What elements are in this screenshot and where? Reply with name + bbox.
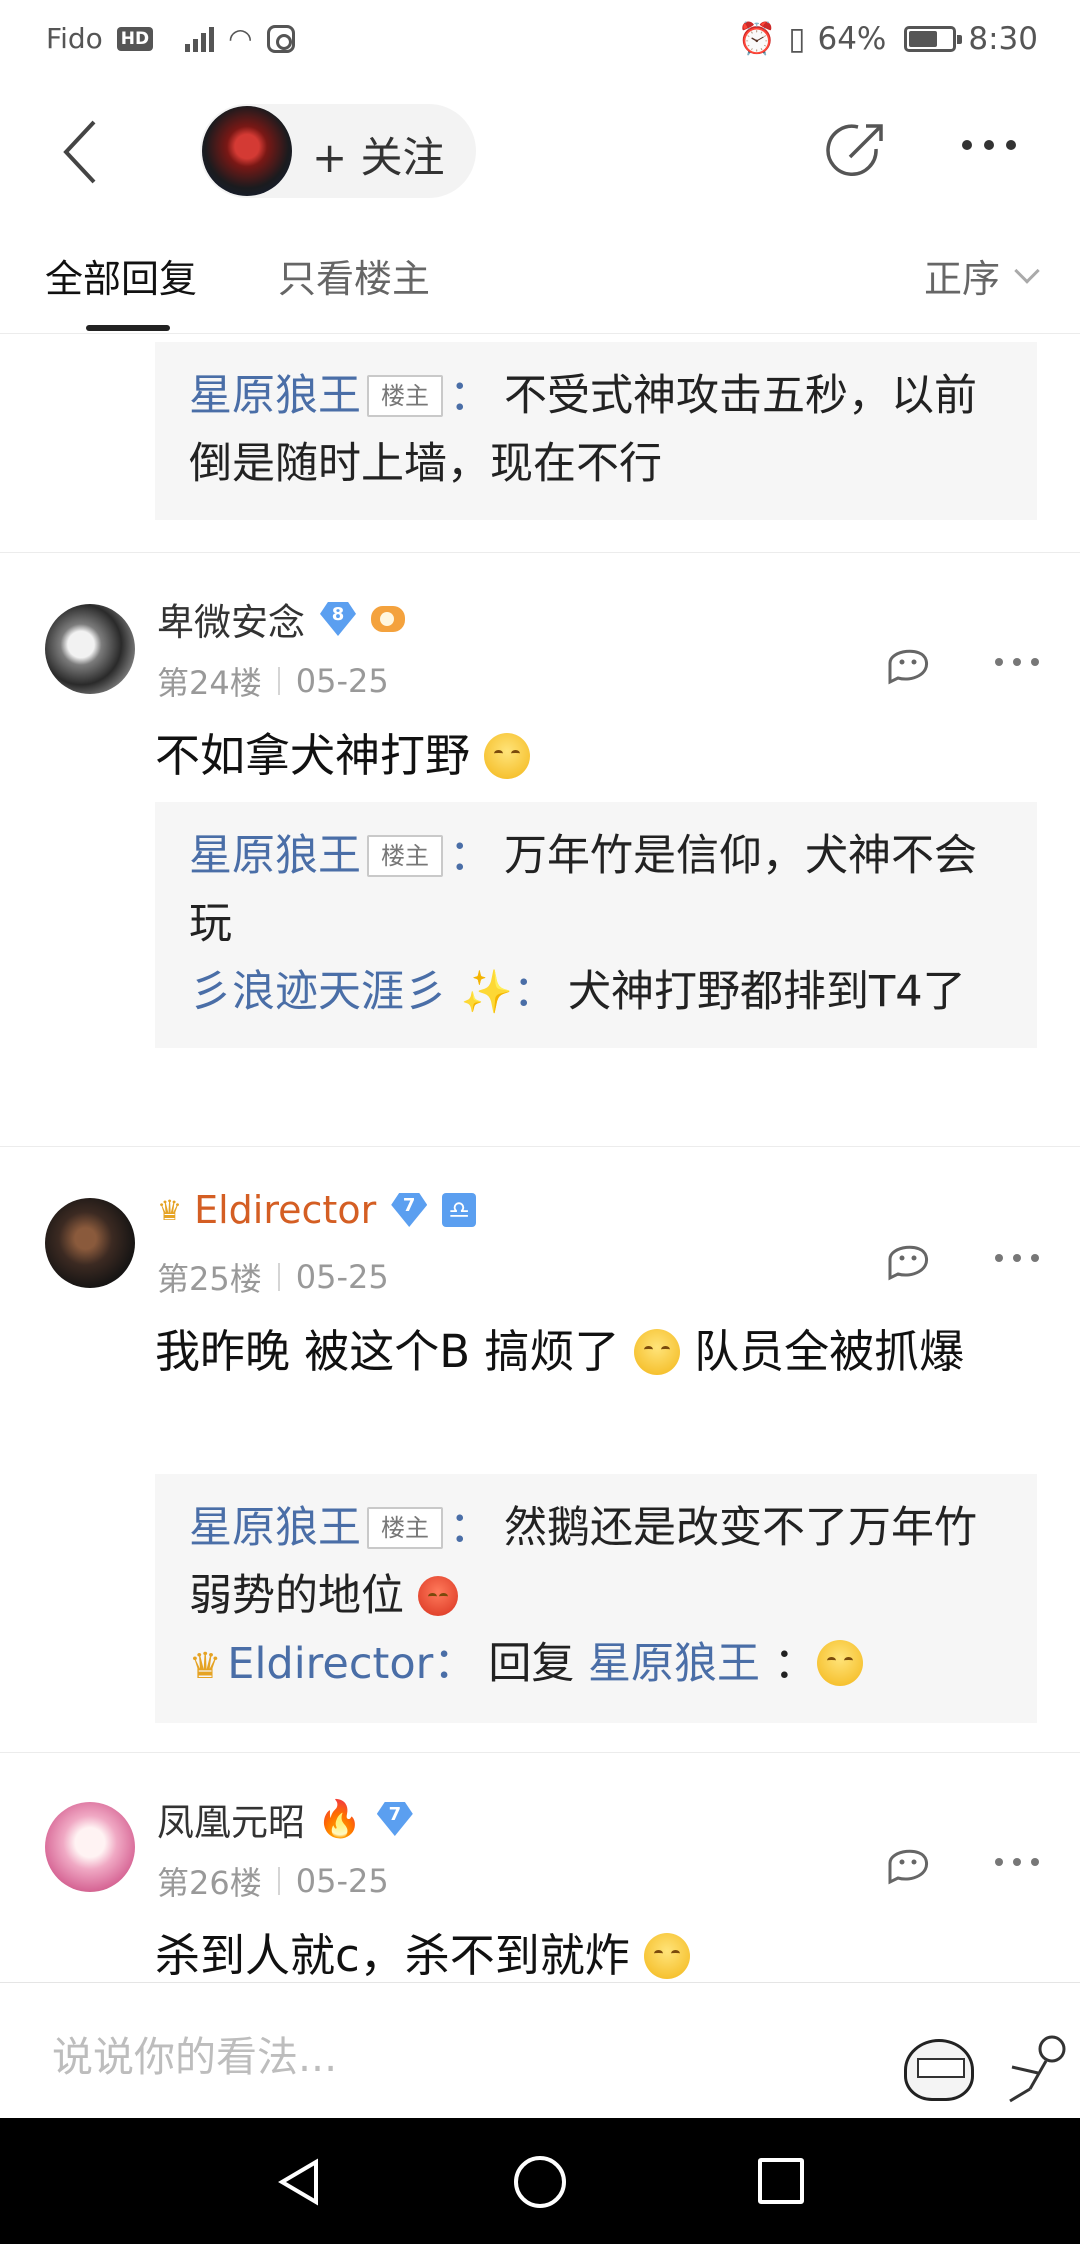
instagram-icon: [266, 24, 295, 53]
post-date: 05-25: [295, 662, 389, 700]
username[interactable]: 凤凰元昭: [157, 1792, 305, 1846]
crown-icon: ♛: [189, 1646, 222, 1687]
fire-icon: 🔥: [317, 1799, 362, 1840]
floor-number: 第24楼: [157, 664, 262, 702]
hd-badge: HD: [116, 26, 154, 51]
sub-reply: 彡浪迹天涯彡 ✨： 犬神打野都排到T4了: [189, 967, 966, 1017]
thread-owner-avatar[interactable]: [202, 106, 292, 196]
owner-badge: 楼主: [367, 835, 443, 877]
share-icon[interactable]: [824, 119, 888, 183]
level-badge: 7: [374, 1800, 416, 1838]
battery-icon: [904, 25, 963, 52]
sub-reply-box[interactable]: 星原狼王 楼主：不受式神攻击五秒，以前倒是随时上墙，现在不行: [155, 342, 1037, 520]
post-date: 05-25: [295, 1258, 389, 1296]
smile-emoji: [644, 1933, 691, 1979]
username[interactable]: Eldirector: [194, 1188, 376, 1232]
panda-sticker-icon[interactable]: [904, 2039, 974, 2101]
post-more-icon[interactable]: [995, 1858, 1039, 1866]
floor-number: 第26楼: [157, 1864, 262, 1902]
avatar[interactable]: [45, 1198, 135, 1288]
post-content: 不如拿犬神打野: [155, 718, 1035, 794]
owner-badge: 楼主: [367, 375, 443, 417]
avatar[interactable]: [45, 604, 135, 694]
follow-label: + 关注: [312, 133, 445, 182]
post-content: 我昨晚 被这个B 搞烦了 队员全被抓爆: [155, 1325, 965, 1378]
level-badge: 7: [388, 1191, 430, 1229]
sub-reply: 星原狼王 楼主：然鹅还是改变不了万年竹弱势的地位: [189, 1503, 977, 1621]
crown-icon: ♛: [157, 1193, 183, 1227]
post-author[interactable]: 卑微安念 8: [157, 592, 405, 646]
post-meta: 第25楼 05-25: [157, 1254, 389, 1300]
reply-target[interactable]: 星原狼王: [588, 1639, 760, 1689]
sub-reply-author[interactable]: Eldirector: [227, 1639, 433, 1689]
post-meta: 第24楼 05-25: [157, 658, 389, 704]
signal-icon: [185, 26, 215, 52]
nav-back-icon[interactable]: [276, 2158, 322, 2206]
owner-badge: 楼主: [367, 1507, 443, 1549]
app-header: + 关注: [0, 84, 1080, 214]
back-arrow-icon[interactable]: [54, 112, 114, 192]
chevron-down-icon: [1014, 257, 1040, 284]
battery-fill: [909, 30, 938, 47]
sort-dropdown[interactable]: 正序: [923, 248, 1040, 303]
status-bar: Fido HD ◠ ⏰ ▯ 64% 8:30: [0, 0, 1080, 84]
post-more-icon[interactable]: [995, 658, 1039, 666]
gamepad-icon: [371, 606, 405, 632]
post-author[interactable]: 凤凰元昭 🔥 7: [157, 1792, 416, 1846]
post-date: 05-25: [295, 1862, 389, 1900]
reply-icon[interactable]: [882, 1236, 932, 1282]
nav-recents-icon[interactable]: [758, 2158, 804, 2204]
tab-all-replies[interactable]: 全部回复: [45, 248, 197, 303]
divider: [0, 552, 1080, 553]
divider: [0, 1752, 1080, 1753]
smile-emoji: [816, 1640, 863, 1686]
floor-number: 第25楼: [157, 1260, 262, 1298]
sub-reply: ♛ Eldirector： 回复 星原狼王 ：: [189, 1630, 1003, 1701]
wifi-icon: ◠: [228, 22, 253, 55]
post-meta: 第26楼 05-25: [157, 1858, 389, 1904]
sparkle-icon: ✨: [460, 967, 513, 1016]
sub-reply-author[interactable]: 星原狼王: [189, 1503, 361, 1553]
carrier-name: Fido: [46, 22, 103, 55]
system-nav-bar: [0, 2118, 1080, 2244]
nav-home-icon[interactable]: [514, 2156, 566, 2208]
dancing-sticker-icon[interactable]: [1002, 2027, 1080, 2107]
post-more-icon[interactable]: [995, 1254, 1039, 1262]
avatar[interactable]: [45, 1802, 135, 1892]
smile-emoji: [484, 733, 531, 779]
sub-reply-text: 犬神打野都排到T4了: [567, 967, 966, 1017]
sub-reply-author[interactable]: 星原狼王: [189, 371, 361, 421]
comment-input-bar: 说说你的看法...: [0, 1982, 1080, 2118]
tab-owner-only[interactable]: 只看楼主: [278, 248, 430, 303]
divider: [0, 1146, 1080, 1147]
hug-emoji: [633, 1329, 680, 1375]
sub-reply-author[interactable]: 星原狼王: [189, 831, 361, 881]
reply-tabs: 全部回复 只看楼主 正序: [0, 214, 1080, 334]
active-tab-indicator: [86, 325, 170, 331]
libra-icon: ♎: [442, 1193, 477, 1227]
username[interactable]: 卑微安念: [157, 592, 305, 646]
sub-reply-box[interactable]: 星原狼王 楼主：万年竹是信仰，犬神不会玩 彡浪迹天涯彡 ✨： 犬神打野都排到T4了: [155, 802, 1037, 1048]
follow-button[interactable]: + 关注: [200, 104, 476, 198]
sub-reply-author[interactable]: 彡浪迹天涯彡: [189, 967, 447, 1017]
comment-input[interactable]: 说说你的看法...: [52, 2023, 337, 2083]
sub-reply-box[interactable]: 星原狼王 楼主：然鹅还是改变不了万年竹弱势的地位 ♛ Eldirector： 回复 星…: [155, 1474, 1037, 1723]
angry-emoji: [417, 1576, 458, 1616]
reply-word: 回复: [488, 1639, 575, 1689]
reply-icon[interactable]: [882, 640, 932, 686]
vibrate-icon: ▯: [788, 20, 806, 57]
battery-percent: 64%: [817, 20, 887, 57]
level-badge: 8: [317, 600, 359, 638]
sort-label: 正序: [923, 257, 1000, 301]
alarm-icon: ⏰: [737, 21, 777, 57]
more-options-icon[interactable]: [962, 140, 1016, 150]
reply-icon[interactable]: [882, 1840, 932, 1886]
clock: 8:30: [968, 20, 1038, 57]
sub-reply: 星原狼王 楼主：万年竹是信仰，犬神不会玩: [189, 831, 977, 949]
post-author[interactable]: ♛ Eldirector 7 ♎: [157, 1188, 477, 1232]
